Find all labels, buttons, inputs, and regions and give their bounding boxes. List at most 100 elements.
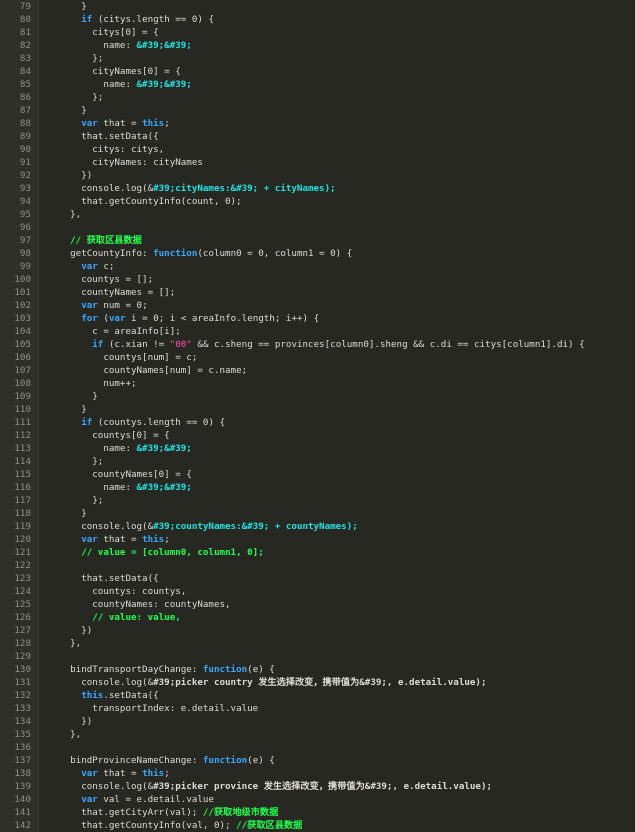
code-line[interactable]: 101 countyNames = [];	[0, 286, 635, 299]
code-token: name:	[48, 40, 137, 51]
code-line[interactable]: 112 countys[0] = {	[0, 429, 635, 442]
line-number: 110	[14, 404, 31, 415]
code-line[interactable]: 132 this.setData({	[0, 689, 635, 702]
line-text: };	[48, 91, 103, 104]
code-line[interactable]: 114 };	[0, 455, 635, 468]
code-line[interactable]: 140 var val = e.detail.value	[0, 793, 635, 806]
code-line[interactable]: 119 console.log(&#39;countyNames:&#39; +…	[0, 520, 635, 533]
code-line[interactable]: 136	[0, 741, 635, 754]
code-line[interactable]: 86 };	[0, 91, 635, 104]
code-line[interactable]: 128 },	[0, 637, 635, 650]
line-number: 108	[14, 378, 31, 389]
line-number: 93	[19, 183, 31, 194]
line-text: };	[48, 52, 103, 65]
code-line[interactable]: 91 cityNames: cityNames	[0, 156, 635, 169]
code-line[interactable]: 134 })	[0, 715, 635, 728]
code-token: name:	[48, 443, 137, 454]
code-token: countyNames[num] = c.name;	[48, 365, 248, 376]
code-line[interactable]: 84 cityNames[0] = {	[0, 65, 635, 78]
line-text: countyNames = [];	[48, 286, 175, 299]
code-line[interactable]: 125 countyNames: countyNames,	[0, 598, 635, 611]
code-line[interactable]: 87 }	[0, 104, 635, 117]
line-number: 88	[19, 118, 31, 129]
line-text: },	[48, 637, 81, 650]
line-number: 130	[14, 664, 31, 675]
line-number: 85	[19, 79, 31, 90]
code-line[interactable]: 99 var c;	[0, 260, 635, 273]
code-line[interactable]: 139 console.log(&#39;picker province 发生选…	[0, 780, 635, 793]
code-line[interactable]: 127 })	[0, 624, 635, 637]
code-line[interactable]: 89 that.setData({	[0, 130, 635, 143]
code-line[interactable]: 103 for (var i = 0; i < areaInfo.length;…	[0, 312, 635, 325]
code-line[interactable]: 92 })	[0, 169, 635, 182]
code-token: ;	[164, 118, 170, 129]
code-token: that.setData({	[48, 131, 159, 142]
code-line[interactable]: 135 },	[0, 728, 635, 741]
keyword-token: var	[108, 313, 126, 324]
code-line[interactable]: 110 }	[0, 403, 635, 416]
code-line[interactable]: 108 num++;	[0, 377, 635, 390]
line-number: 84	[19, 66, 31, 77]
code-line[interactable]: 88 var that = this;	[0, 117, 635, 130]
keyword-token: this	[142, 534, 165, 545]
code-line[interactable]: 121 // value = [column0, column1, 0];	[0, 546, 635, 559]
code-line[interactable]: 138 var that = this;	[0, 767, 635, 780]
code-token: .setData({	[103, 690, 159, 701]
code-line[interactable]: 118 }	[0, 507, 635, 520]
code-line[interactable]: 98 getCountyInfo: function(column0 = 0, …	[0, 247, 635, 260]
code-token: countyNames: countyNames,	[48, 599, 231, 610]
code-line[interactable]: 104 c = areaInfo[i];	[0, 325, 635, 338]
keyword-token: if	[92, 339, 104, 350]
code-line[interactable]: 129	[0, 650, 635, 663]
code-line[interactable]: 122	[0, 559, 635, 572]
code-line[interactable]: 131 console.log(&#39;picker country 发生选择…	[0, 676, 635, 689]
code-line[interactable]: 126 // value: value,	[0, 611, 635, 624]
code-line[interactable]: 116 name: &#39;&#39;	[0, 481, 635, 494]
code-line[interactable]: 94 that.getCountyInfo(count, 0);	[0, 195, 635, 208]
code-line[interactable]: 113 name: &#39;&#39;	[0, 442, 635, 455]
code-line[interactable]: 79 }	[0, 0, 635, 13]
line-number: 92	[19, 170, 31, 181]
code-line[interactable]: 117 };	[0, 494, 635, 507]
code-line[interactable]: 123 that.setData({	[0, 572, 635, 585]
code-token: bindTransportDayChange:	[48, 664, 203, 675]
code-line[interactable]: 142 that.getCountyInfo(val, 0); //获取区县数据	[0, 819, 635, 832]
code-line[interactable]: 141 that.getCityArr(val); //获取地级市数据	[0, 806, 635, 819]
code-line[interactable]: 80 if (citys.length == 0) {	[0, 13, 635, 26]
code-line[interactable]: 82 name: &#39;&#39;	[0, 39, 635, 52]
code-line[interactable]: 109 }	[0, 390, 635, 403]
code-line[interactable]: 100 countys = [];	[0, 273, 635, 286]
code-editor[interactable]: 79 } 80 if (citys.length == 0) {81 citys[…	[0, 0, 635, 832]
comment-token: // 获取区县数据	[70, 235, 142, 246]
code-line[interactable]: 124 countys: countys,	[0, 585, 635, 598]
code-line[interactable]: 115 countyNames[0] = {	[0, 468, 635, 481]
code-line[interactable]: 81 citys[0] = {	[0, 26, 635, 39]
code-line[interactable]: 93 console.log(&#39;cityNames:&#39; + ci…	[0, 182, 635, 195]
code-token: };	[48, 92, 104, 103]
code-line[interactable]: 85 name: &#39;&#39;	[0, 78, 635, 91]
code-line[interactable]: 90 citys: citys,	[0, 143, 635, 156]
line-text: },	[48, 728, 81, 741]
code-line[interactable]: 102 var num = 0;	[0, 299, 635, 312]
code-line[interactable]: 95 },	[0, 208, 635, 221]
code-line[interactable]: 130 bindTransportDayChange: function(e) …	[0, 663, 635, 676]
code-line[interactable]: 106 countys[num] = c;	[0, 351, 635, 364]
code-line[interactable]: 107 countyNames[num] = c.name;	[0, 364, 635, 377]
code-token: },	[48, 638, 82, 649]
code-line[interactable]: 105 if (c.xian != "00" && c.sheng == pro…	[0, 338, 635, 351]
code-token: (countys.length == 0) {	[92, 417, 226, 428]
code-line[interactable]: 83 };	[0, 52, 635, 65]
code-line[interactable]: 133 transportIndex: e.detail.value	[0, 702, 635, 715]
code-line[interactable]: 111 if (countys.length == 0) {	[0, 416, 635, 429]
code-line[interactable]: 97 // 获取区县数据	[0, 234, 635, 247]
code-line[interactable]: 96	[0, 221, 635, 234]
code-area[interactable]: 79 } 80 if (citys.length == 0) {81 citys[…	[0, 0, 635, 832]
string-token: #39;cityNames:&#39; + cityNames);	[153, 183, 336, 194]
code-line[interactable]: 137 bindProvinceNameChange: function(e) …	[0, 754, 635, 767]
line-number: 83	[19, 53, 31, 64]
code-line[interactable]: 120 var that = this;	[0, 533, 635, 546]
line-number: 87	[19, 105, 31, 116]
line-number: 132	[14, 690, 31, 701]
